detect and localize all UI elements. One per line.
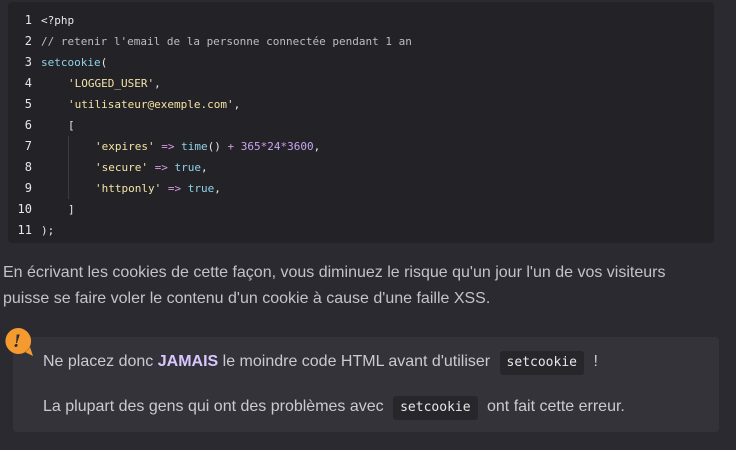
indent-guide — [41, 73, 68, 94]
exclamation-mark: ! — [13, 332, 20, 352]
code-text: 'httponly' => true, — [41, 178, 221, 199]
code-token: , — [154, 77, 161, 90]
code-token: => — [147, 161, 175, 174]
code-token: 24 — [267, 140, 281, 153]
line-number: 10 — [17, 202, 32, 216]
exclamation-icon: ! — [5, 327, 33, 356]
line-number: 2 — [24, 34, 32, 48]
inline-code-setcookie: setcookie — [499, 351, 584, 375]
line-number: 1 — [24, 13, 32, 27]
code-token: , — [200, 161, 208, 174]
indent-guide — [41, 136, 68, 157]
callout-line-2: La plupart des gens qui ont des problème… — [43, 394, 625, 420]
callout-text: La plupart des gens qui ont des problème… — [43, 398, 389, 415]
code-text: 'utilisateur@exemple.com', — [41, 94, 240, 115]
code-text: setcookie( — [41, 52, 107, 73]
code-line: 9 'httponly' => true, — [8, 178, 714, 199]
code-block: 1 <?php 2 // retenir l'email de la personne… — [8, 2, 714, 243]
code-line: 4 'LOGGED_USER', — [8, 73, 714, 94]
code-line: 3 setcookie( — [8, 52, 714, 73]
code-text: ] — [41, 199, 75, 220]
code-token: ( — [100, 56, 108, 69]
inline-code-setcookie: setcookie — [393, 396, 478, 420]
indent-guide — [68, 178, 95, 199]
code-token: [ — [68, 119, 75, 132]
code-token: ); — [41, 224, 55, 237]
warning-callout: Ne placez donc JAMAIS le moindre code HT… — [13, 337, 719, 432]
code-text: 'LOGGED_USER', — [41, 73, 161, 94]
code-token: 'utilisateur@exemple.com' — [68, 98, 234, 111]
code-line: 7 'expires' => time() + 365*24*3600, — [8, 136, 714, 157]
code-token: ] — [68, 203, 75, 216]
code-token: , — [233, 98, 241, 111]
code-token: 'secure' — [95, 161, 148, 174]
indent-guide — [68, 136, 95, 157]
code-line: 2 // retenir l'email de la personne conne… — [8, 31, 714, 52]
code-token: // retenir l'email de la personne connec… — [41, 35, 412, 48]
code-token: , — [214, 182, 221, 195]
line-number: 6 — [24, 118, 32, 132]
code-token: , — [313, 140, 321, 153]
code-line: 5 'utilisateur@exemple.com', — [8, 94, 714, 115]
code-token: () — [207, 140, 221, 153]
callout-emphasis: JAMAIS — [157, 353, 219, 370]
paragraph-line-1: En écrivant les cookies de cette façon, … — [3, 264, 666, 281]
indent-guide — [68, 157, 95, 178]
callout-line-1: Ne placez donc JAMAIS le moindre code HT… — [43, 349, 598, 375]
code-token: 365 — [240, 140, 261, 153]
code-token: time — [181, 140, 208, 153]
code-token: 'httponly' — [95, 182, 162, 195]
callout-text: ! — [589, 353, 598, 370]
code-token: => — [154, 140, 182, 153]
code-token: setcookie — [41, 56, 101, 69]
line-number: 8 — [24, 160, 32, 174]
indent-guide — [41, 199, 68, 220]
code-token: 'LOGGED_USER' — [68, 77, 155, 90]
code-text: <?php — [41, 10, 74, 31]
line-number: 7 — [24, 139, 32, 153]
code-line: 10] — [8, 199, 714, 220]
code-token: true — [174, 161, 201, 174]
indent-guide — [41, 94, 68, 115]
line-number: 5 — [24, 97, 32, 111]
indent-guide — [41, 115, 68, 136]
code-text: // retenir l'email de la personne connec… — [41, 31, 412, 52]
code-line: 6[ — [8, 115, 714, 136]
indent-guide — [41, 157, 68, 178]
callout-text: le moindre code HTML avant d'utiliser — [218, 353, 495, 370]
callout-text: ont fait cette erreur. — [482, 398, 625, 415]
code-token: 3600 — [287, 140, 314, 153]
code-text: 'secure' => true, — [41, 157, 208, 178]
line-number: 9 — [24, 181, 32, 195]
code-line: 11); — [8, 220, 714, 241]
code-line: 1 <?php — [8, 10, 714, 31]
code-token: <?php — [41, 14, 75, 27]
line-number: 3 — [24, 55, 32, 69]
code-text: [ — [41, 115, 75, 136]
callout-text: Ne placez donc — [43, 353, 158, 370]
code-line: 8 'secure' => true, — [8, 157, 714, 178]
code-token: => — [161, 182, 188, 195]
code-token: true — [187, 182, 215, 195]
code-token: + — [220, 140, 241, 153]
code-text: 'expires' => time() + 365*24*3600, — [41, 136, 320, 157]
line-number: 11 — [17, 223, 32, 237]
code-text: ); — [41, 220, 54, 241]
indent-guide — [41, 178, 68, 199]
paragraph-line-2: puisse se faire voler le contenu d'un co… — [3, 290, 491, 307]
line-number: 4 — [24, 76, 32, 90]
explanation-paragraph: En écrivant les cookies de cette façon, … — [3, 260, 723, 312]
code-token: 'expires' — [95, 140, 155, 153]
